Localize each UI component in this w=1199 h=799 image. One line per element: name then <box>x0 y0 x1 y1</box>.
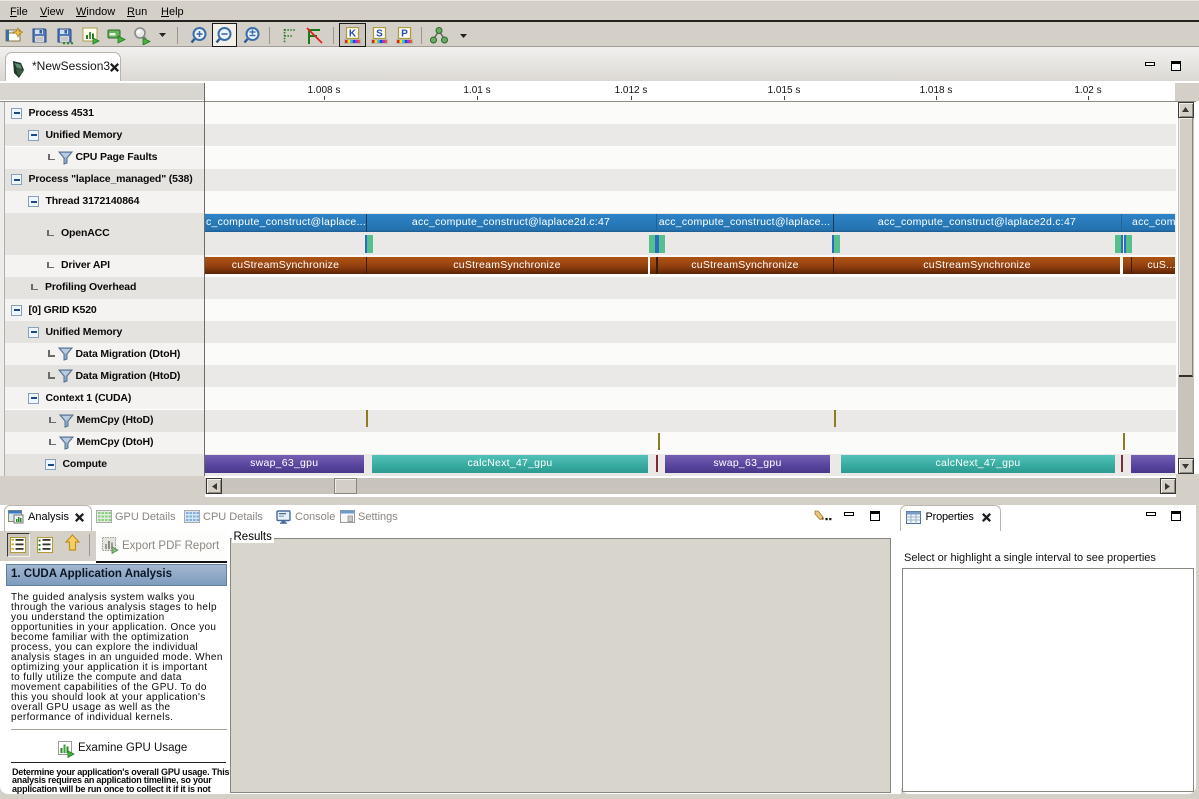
svg-text:P: P <box>401 28 408 39</box>
svg-text:S: S <box>376 28 383 39</box>
svg-text:K: K <box>349 28 357 39</box>
